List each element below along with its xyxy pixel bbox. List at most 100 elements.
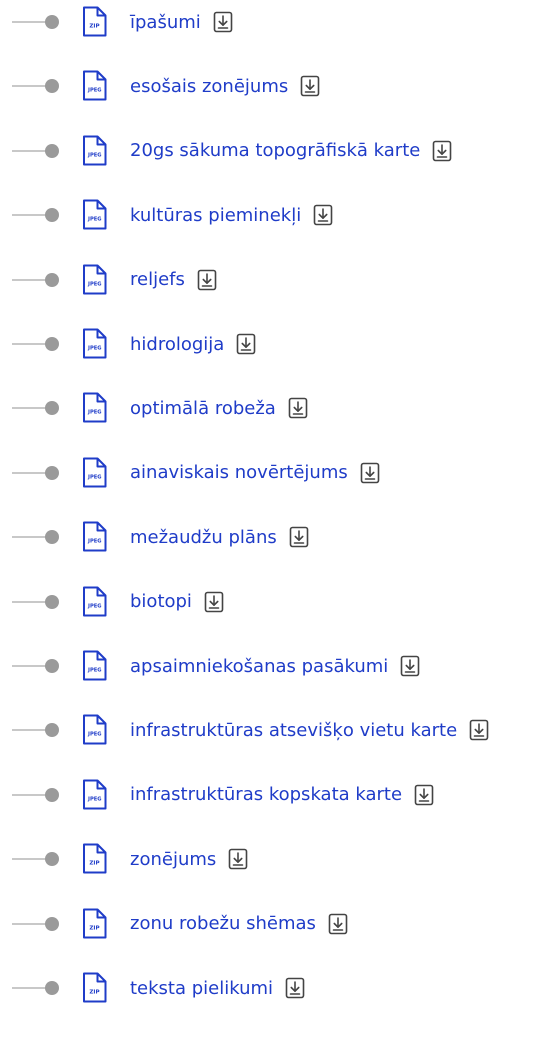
file-icon[interactable]: JPEG [82,779,107,810]
download-icon[interactable] [328,913,348,935]
download-icon[interactable] [204,591,224,613]
file-link[interactable]: ainaviskais novērtējums [130,458,380,488]
download-icon[interactable] [313,204,333,226]
download-icon[interactable] [236,333,256,355]
file-icon[interactable]: JPEG [82,264,107,295]
file-type-label: JPEG [87,410,102,416]
file-name[interactable]: īpašumi [130,12,201,33]
file-link[interactable]: zonējums [130,844,248,874]
file-list-item: JPEG reljefs [0,260,557,300]
file-icon[interactable]: JPEG [82,521,107,552]
file-icon[interactable]: JPEG [82,714,107,745]
timeline-dot [45,659,59,673]
file-type-label: JPEG [87,668,102,674]
file-list-item: ZIP īpašumi [0,2,557,42]
timeline-dot [45,143,59,158]
file-type-label: JPEG [87,88,102,94]
file-list-item: JPEG optimālā robeža [0,388,557,428]
file-icon[interactable]: JPEG [82,199,107,230]
file-list-item: ZIP teksta pielikumi [0,968,557,1008]
file-link[interactable]: reljefs [130,265,217,295]
file-list-item: JPEG kultūras pieminekļi [0,195,557,235]
file-icon[interactable]: JPEG [82,457,107,488]
download-icon[interactable] [432,140,452,162]
file-list-item: JPEG 20gs sākuma topogrāfiskā karte [0,131,557,171]
file-name[interactable]: apsaimniekošanas pasākumi [130,656,388,677]
file-list-item: JPEG esošais zonējums [0,66,557,106]
file-link[interactable]: infrastruktūras kopskata karte [130,780,434,810]
file-name[interactable]: infrastruktūras kopskata karte [130,784,402,805]
timeline-dot [45,723,59,738]
file-list-item: JPEG biotopi [0,582,557,622]
download-icon[interactable] [414,784,434,806]
file-name[interactable]: 20gs sākuma topogrāfiskā karte [130,140,420,161]
file-icon[interactable]: JPEG [82,70,107,101]
file-name[interactable]: biotopi [130,591,192,612]
file-link[interactable]: zonu robežu shēmas [130,909,348,939]
file-name[interactable]: kultūras pieminekļi [130,205,301,226]
file-list-item: JPEG ainaviskais novērtējums [0,453,557,493]
file-link[interactable]: īpašumi [130,7,233,37]
file-type-label: JPEG [87,539,102,545]
file-type-label: JPEG [87,281,102,287]
file-icon[interactable]: JPEG [82,586,107,617]
file-link[interactable]: esošais zonējums [130,71,320,101]
file-icon[interactable]: ZIP [82,908,107,939]
file-link[interactable]: hidrologija [130,329,256,359]
file-list-item: JPEG infrastruktūras atsevišķo vietu kart… [0,710,557,750]
file-name[interactable]: zonu robežu shēmas [130,913,316,934]
timeline-dot [45,916,59,931]
file-name[interactable]: mežaudžu plāns [130,527,277,548]
file-type-label: ZIP [89,925,99,931]
file-link[interactable]: mežaudžu plāns [130,522,309,552]
download-icon[interactable] [213,11,233,33]
timeline-dot [45,401,59,416]
download-icon[interactable] [300,75,320,97]
timeline-dot [45,15,59,29]
download-icon[interactable] [360,462,380,484]
download-icon[interactable] [285,977,305,999]
file-name[interactable]: ainaviskais novērtējums [130,462,348,483]
file-link[interactable]: apsaimniekošanas pasākumi [130,651,420,681]
file-name[interactable]: teksta pielikumi [130,978,273,999]
file-type-label: JPEG [87,603,102,609]
file-icon[interactable]: JPEG [82,328,107,359]
download-icon[interactable] [288,397,308,419]
file-type-label: JPEG [87,732,102,738]
timeline-dot [45,530,59,545]
file-icon[interactable]: JPEG [82,392,107,423]
file-icon[interactable]: ZIP [82,972,107,1003]
timeline-dot [45,208,59,223]
file-name[interactable]: optimālā robeža [130,398,276,419]
file-link[interactable]: optimālā robeža [130,393,308,423]
file-link[interactable]: 20gs sākuma topogrāfiskā karte [130,136,452,166]
download-icon[interactable] [469,719,489,741]
timeline-dot [45,272,59,287]
timeline-dot [45,981,59,995]
file-link[interactable]: infrastruktūras atsevišķo vietu karte [130,715,489,745]
download-icon[interactable] [197,269,217,291]
file-name[interactable]: hidrologija [130,334,224,355]
file-link[interactable]: teksta pielikumi [130,973,305,1003]
file-name[interactable]: infrastruktūras atsevišķo vietu karte [130,720,457,741]
file-link[interactable]: biotopi [130,587,224,617]
file-name[interactable]: reljefs [130,269,185,290]
file-list-item: JPEG apsaimniekošanas pasākumi [0,646,557,686]
file-icon[interactable]: JPEG [82,650,107,681]
file-link[interactable]: kultūras pieminekļi [130,200,333,230]
download-icon[interactable] [289,526,309,548]
file-name[interactable]: esošais zonējums [130,76,288,97]
timeline-dot [45,594,59,609]
file-name[interactable]: zonējums [130,849,216,870]
download-icon[interactable] [400,655,420,677]
file-list-item: JPEG hidrologija [0,324,557,364]
download-icon[interactable] [228,848,248,870]
file-list-item: JPEG mežaudžu plāns [0,517,557,557]
file-icon[interactable]: ZIP [82,843,107,874]
timeline-dot [45,465,59,480]
timeline-dot [45,787,59,802]
file-type-label: JPEG [87,152,102,158]
file-icon[interactable]: JPEG [82,135,107,166]
file-list-item: JPEG infrastruktūras kopskata karte [0,775,557,815]
file-icon[interactable]: ZIP [82,6,107,37]
